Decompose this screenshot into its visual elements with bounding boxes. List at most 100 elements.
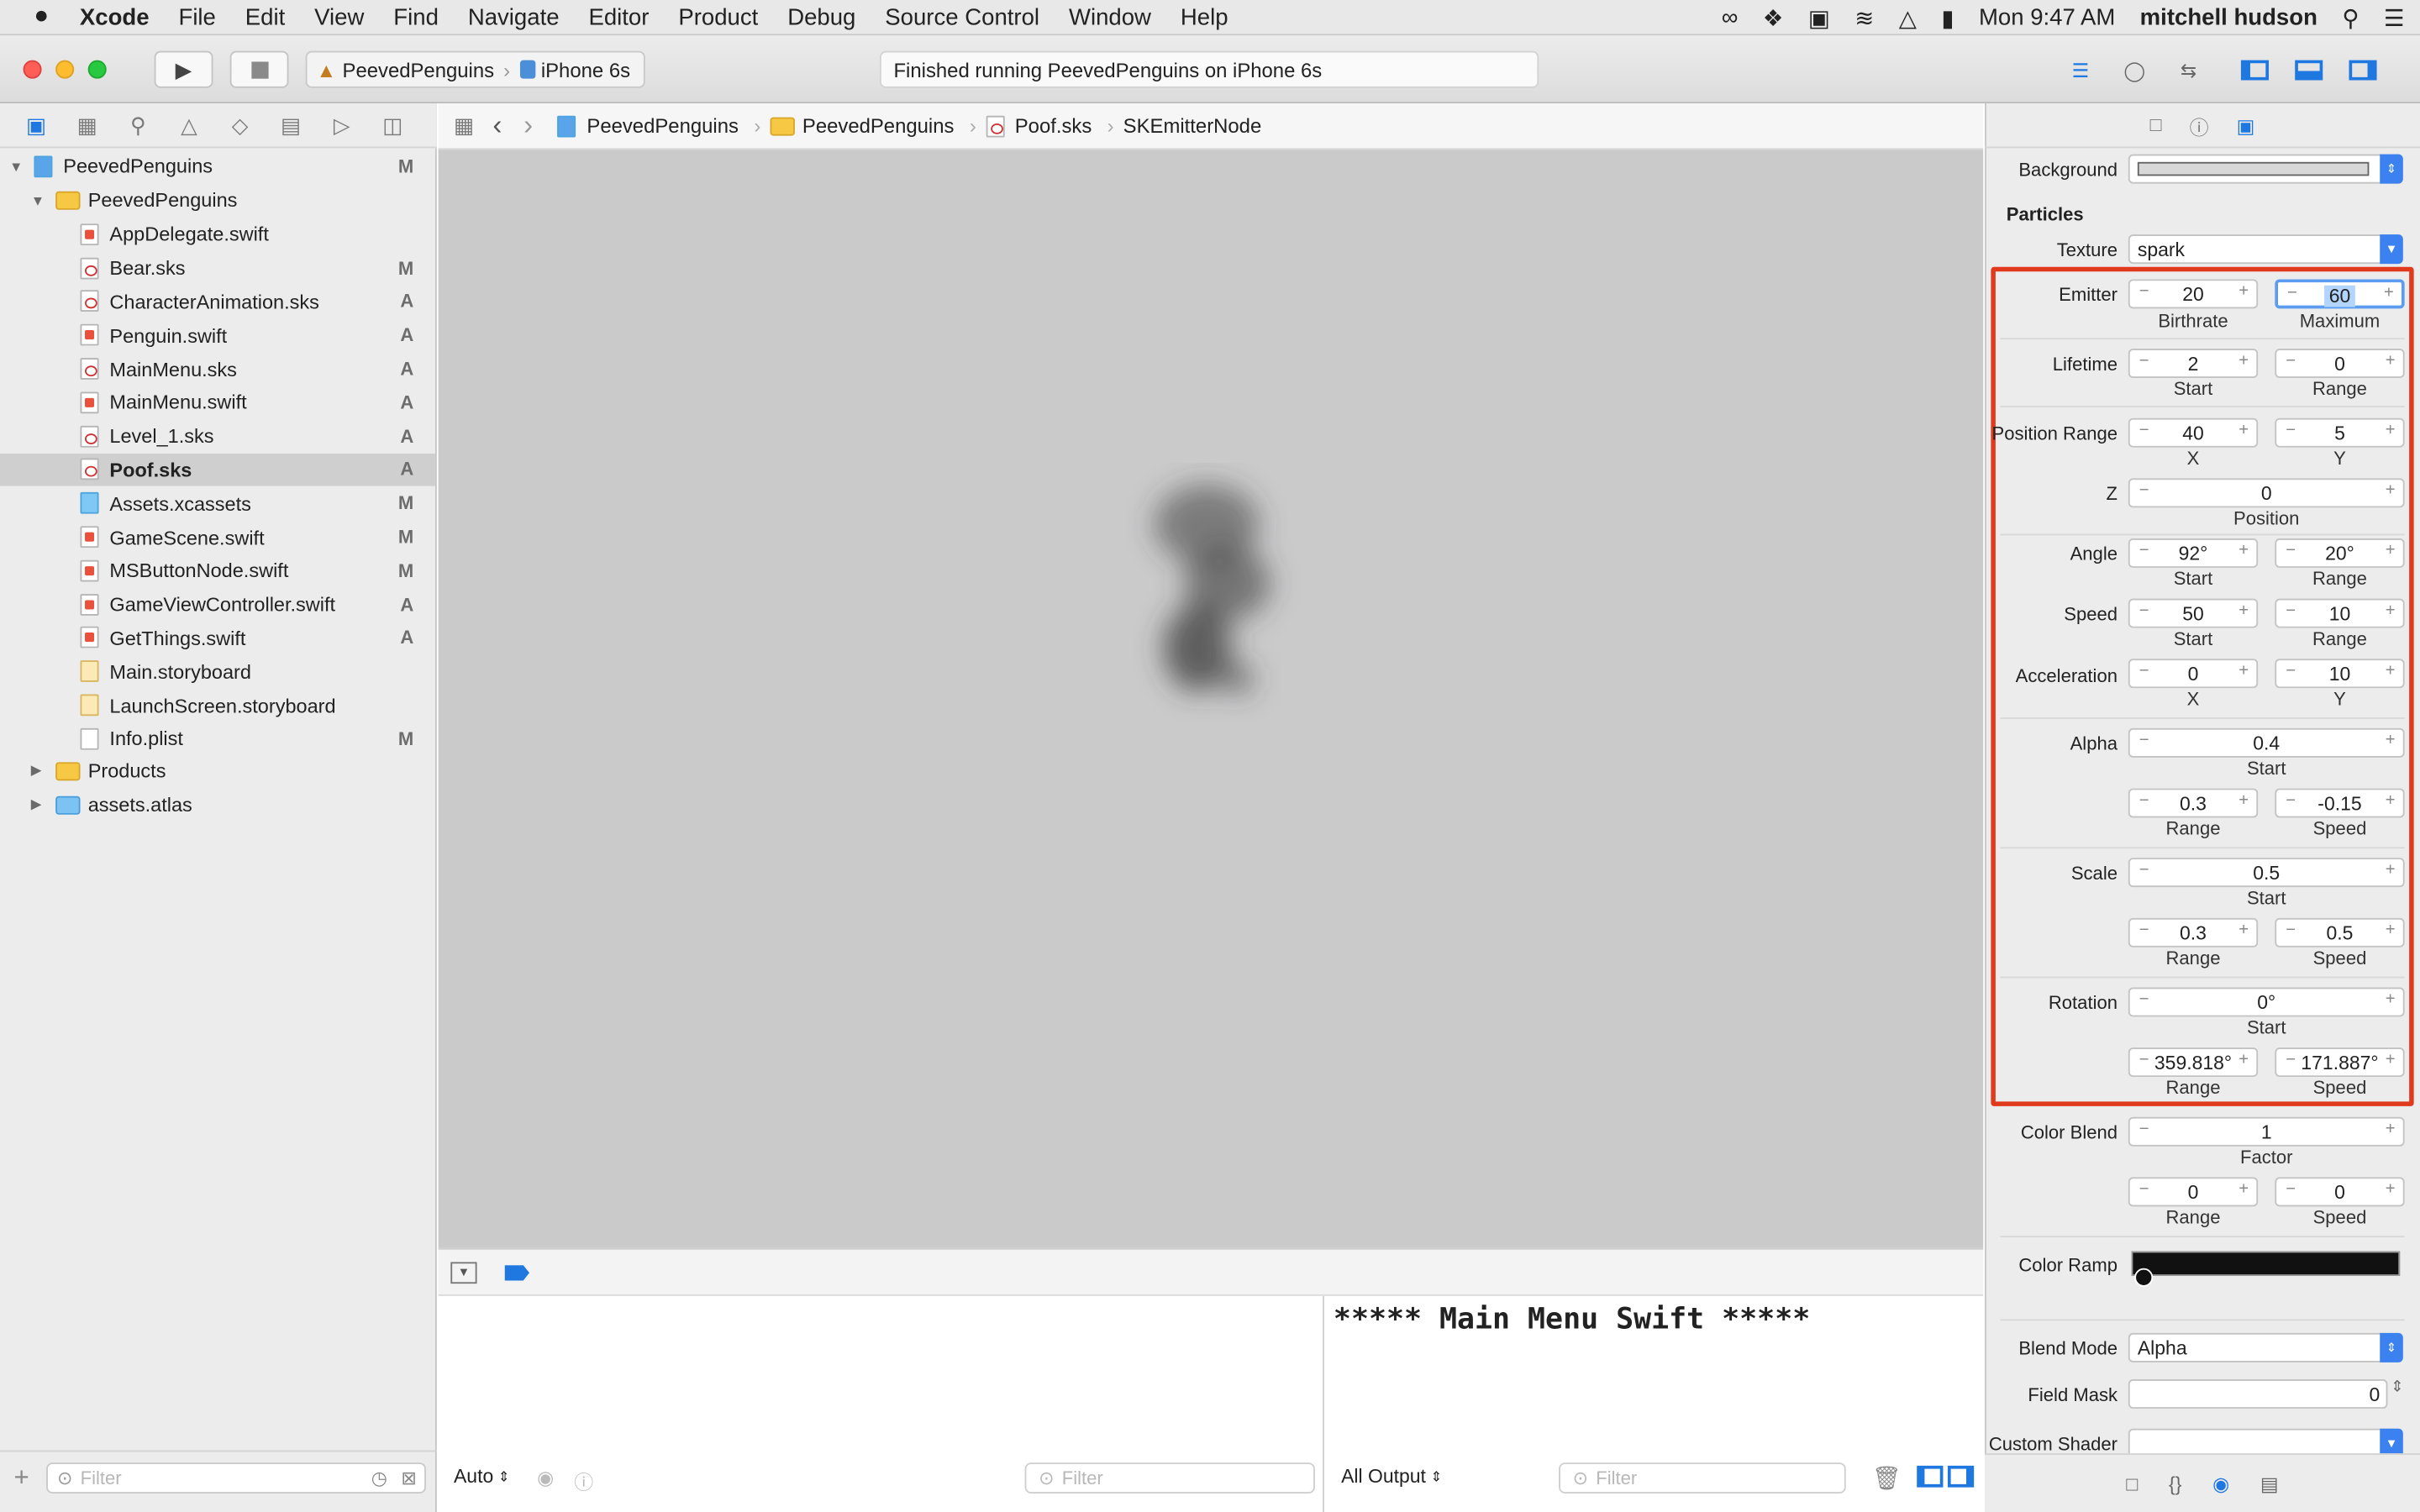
symbol-navigator-icon[interactable]: ▦	[72, 110, 102, 139]
increment-icon[interactable]: +	[2238, 601, 2249, 620]
birthrate-value[interactable]: 20	[2130, 284, 2257, 306]
breadcrumb-node[interactable]: SKEmitterNode	[1123, 114, 1262, 138]
field-mask-field[interactable]: 0	[2128, 1379, 2388, 1409]
menu-find[interactable]: Find	[393, 4, 439, 30]
breadcrumb-group[interactable]: PeevedPenguins	[802, 114, 955, 138]
folder-icon[interactable]: ▣	[22, 110, 51, 139]
acceleration-y-stepper[interactable]: −10 +	[2275, 659, 2405, 689]
rotation-speed-stepper[interactable]: −171.887° +	[2275, 1047, 2405, 1078]
z-position-value[interactable]: 0	[2130, 483, 2403, 505]
wifi-icon[interactable]: ≋	[1854, 4, 1874, 32]
recent-files-icon[interactable]: ◷	[371, 1467, 387, 1489]
breakpoint-icon[interactable]: ▷	[327, 110, 356, 139]
battery-icon[interactable]: ▮	[1941, 4, 1954, 32]
device-name[interactable]: iPhone 6s	[541, 58, 630, 81]
increment-icon[interactable]: +	[2386, 732, 2396, 750]
increment-icon[interactable]: +	[2238, 1180, 2249, 1199]
apple-icon[interactable]: ●	[34, 3, 49, 31]
clock[interactable]: Mon 9:47 AM	[1979, 5, 2115, 31]
alpha-start-stepper[interactable]: −0.4 +	[2128, 727, 2405, 758]
increment-icon[interactable]: +	[2386, 601, 2396, 620]
debug-navigator-icon[interactable]: ▤	[276, 110, 306, 139]
attributes-inspector-icon[interactable]: ▣	[2237, 113, 2255, 137]
increment-icon[interactable]: +	[2238, 921, 2249, 940]
disclosure-open-icon[interactable]: ▼	[9, 159, 28, 174]
hide-debug-area-icon[interactable]: ▼	[450, 1262, 477, 1284]
updown-icon[interactable]: ⇕	[2391, 1379, 2403, 1396]
increment-icon[interactable]: +	[2238, 542, 2249, 560]
menu-editor[interactable]: Editor	[588, 4, 649, 30]
increment-icon[interactable]: +	[2386, 662, 2396, 680]
info-icon[interactable]: ⓘ	[574, 1466, 593, 1495]
color-blend-speed-stepper[interactable]: −0 +	[2275, 1177, 2405, 1207]
code-snippet-icon[interactable]: {}	[2169, 1473, 2181, 1494]
position-range-x-stepper[interactable]: −40 +	[2128, 417, 2259, 448]
project-row[interactable]: ▼ PeevedPenguins M	[0, 150, 435, 183]
alpha-start-value[interactable]: 0.4	[2130, 732, 2403, 754]
increment-icon[interactable]: +	[2386, 1051, 2396, 1069]
file-row[interactable]: Assets.xcassets M	[0, 486, 435, 520]
minimize-window-button[interactable]	[55, 60, 75, 79]
close-window-button[interactable]	[23, 60, 42, 79]
issue-icon[interactable]: △	[175, 110, 204, 139]
airplay-icon[interactable]: △	[1899, 4, 1917, 32]
console-filter-field[interactable]: ⊙ Filter	[1559, 1462, 1846, 1494]
scheme-selector[interactable]: ▲ PeevedPenguins › iPhone 6s	[305, 50, 645, 88]
media-library-icon[interactable]: ▤	[2260, 1472, 2279, 1495]
increment-icon[interactable]: +	[2386, 861, 2396, 879]
color-ramp-gradient[interactable]	[2131, 1251, 2401, 1276]
file-row[interactable]: Poof.sks A	[0, 453, 435, 487]
increment-icon[interactable]: +	[2386, 990, 2396, 1009]
scale-speed-stepper[interactable]: −0.5 +	[2275, 917, 2405, 948]
file-row[interactable]: Bear.sks M	[0, 251, 435, 285]
scale-start-value[interactable]: 0.5	[2130, 863, 2403, 885]
acceleration-x-stepper[interactable]: −0 +	[2128, 659, 2259, 689]
position-range-y-value[interactable]: 5	[2276, 423, 2403, 444]
file-row[interactable]: Penguin.swift A	[0, 318, 435, 352]
breadcrumb-project[interactable]: PeevedPenguins	[587, 114, 739, 138]
color-blend-factor-stepper[interactable]: −1 +	[2128, 1116, 2405, 1147]
increment-icon[interactable]: +	[2386, 1120, 2396, 1138]
position-range-y-stepper[interactable]: −5 +	[2275, 417, 2405, 448]
disclosure-closed-icon[interactable]: ▶	[31, 763, 50, 780]
menu-view[interactable]: View	[314, 4, 364, 30]
report-icon[interactable]: ◫	[378, 110, 408, 139]
lifetime-start-stepper[interactable]: −2 +	[2128, 349, 2259, 378]
eye-icon[interactable]: ◉	[537, 1466, 554, 1489]
scale-range-value[interactable]: 0.3	[2130, 922, 2257, 944]
show-variables-icon[interactable]	[1917, 1465, 1944, 1488]
alpha-range-value[interactable]: 0.3	[2130, 793, 2257, 815]
file-row[interactable]: LaunchScreen.storyboard	[0, 689, 435, 722]
file-row[interactable]: MSButtonNode.swift M	[0, 554, 435, 587]
object-library-icon[interactable]: ◉	[2212, 1472, 2229, 1495]
field-mask-value[interactable]: 0	[2369, 1383, 2380, 1405]
position-range-x-value[interactable]: 40	[2130, 423, 2257, 444]
increment-icon[interactable]: +	[2384, 284, 2394, 302]
menu-window[interactable]: Window	[1069, 4, 1151, 30]
breakpoints-toggle-icon[interactable]	[504, 1265, 529, 1281]
speed-range-stepper[interactable]: −10 +	[2275, 598, 2405, 628]
disclosure-closed-icon[interactable]: ▶	[31, 796, 50, 813]
scale-start-stepper[interactable]: −0.5 +	[2128, 858, 2405, 888]
acceleration-x-value[interactable]: 0	[2130, 664, 2257, 685]
file-row[interactable]: Main.storyboard	[0, 654, 435, 688]
color-ramp-stop-handle[interactable]	[2134, 1268, 2154, 1287]
lifetime-range-stepper[interactable]: −0 +	[2275, 349, 2405, 378]
file-row[interactable]: GameScene.swift M	[0, 520, 435, 554]
file-row[interactable]: GetThings.swift A	[0, 621, 435, 654]
alpha-speed-stepper[interactable]: − -0.15 +	[2275, 788, 2405, 818]
increment-icon[interactable]: +	[2386, 421, 2396, 439]
blend-mode-popup[interactable]: Alpha ⇕	[2128, 1332, 2403, 1362]
related-items-icon[interactable]: ▦	[454, 113, 474, 139]
chevron-down-icon[interactable]: ▼	[2380, 234, 2403, 265]
file-row[interactable]: MainMenu.sks A	[0, 352, 435, 386]
run-button[interactable]: ▶	[154, 50, 213, 88]
forward-icon[interactable]: ›	[523, 109, 533, 142]
speed-range-value[interactable]: 10	[2276, 603, 2403, 625]
rotation-start-value[interactable]: 0°	[2130, 992, 2403, 1014]
file-inspector-icon[interactable]: □	[2150, 114, 2162, 136]
help-inspector-icon[interactable]: ⓘ	[2190, 110, 2209, 139]
file-row[interactable]: GameViewController.swift A	[0, 587, 435, 621]
rotation-speed-value[interactable]: 171.887°	[2292, 1053, 2388, 1074]
breadcrumb-file[interactable]: Poof.sks	[1015, 114, 1092, 138]
